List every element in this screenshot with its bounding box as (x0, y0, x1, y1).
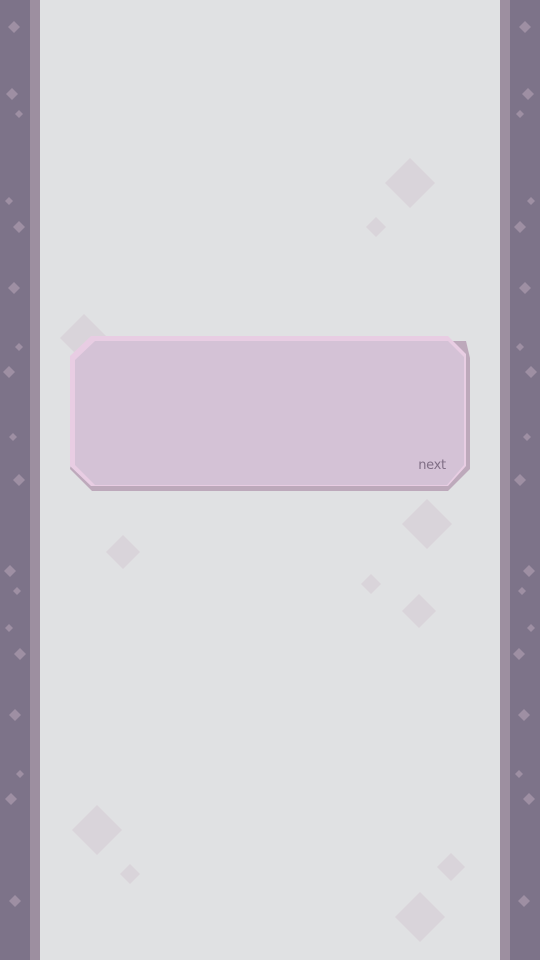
diamond-decoration (366, 217, 386, 237)
diamond-decoration (402, 594, 436, 628)
game-scene (0, 0, 540, 960)
right-border-inner (500, 0, 510, 960)
diamond-decoration (361, 574, 381, 594)
diamond-decoration (402, 499, 452, 549)
diamond-decoration (385, 158, 435, 208)
next-button[interactable]: next (412, 458, 452, 473)
diamond-decoration (395, 892, 445, 942)
dialog-box[interactable] (70, 336, 470, 491)
dialog-fill (75, 341, 464, 485)
diamond-decoration (120, 864, 140, 884)
diamond-decoration (72, 805, 122, 855)
diamond-decoration (106, 535, 140, 569)
diamond-decoration (437, 853, 465, 881)
left-border-inner (30, 0, 40, 960)
